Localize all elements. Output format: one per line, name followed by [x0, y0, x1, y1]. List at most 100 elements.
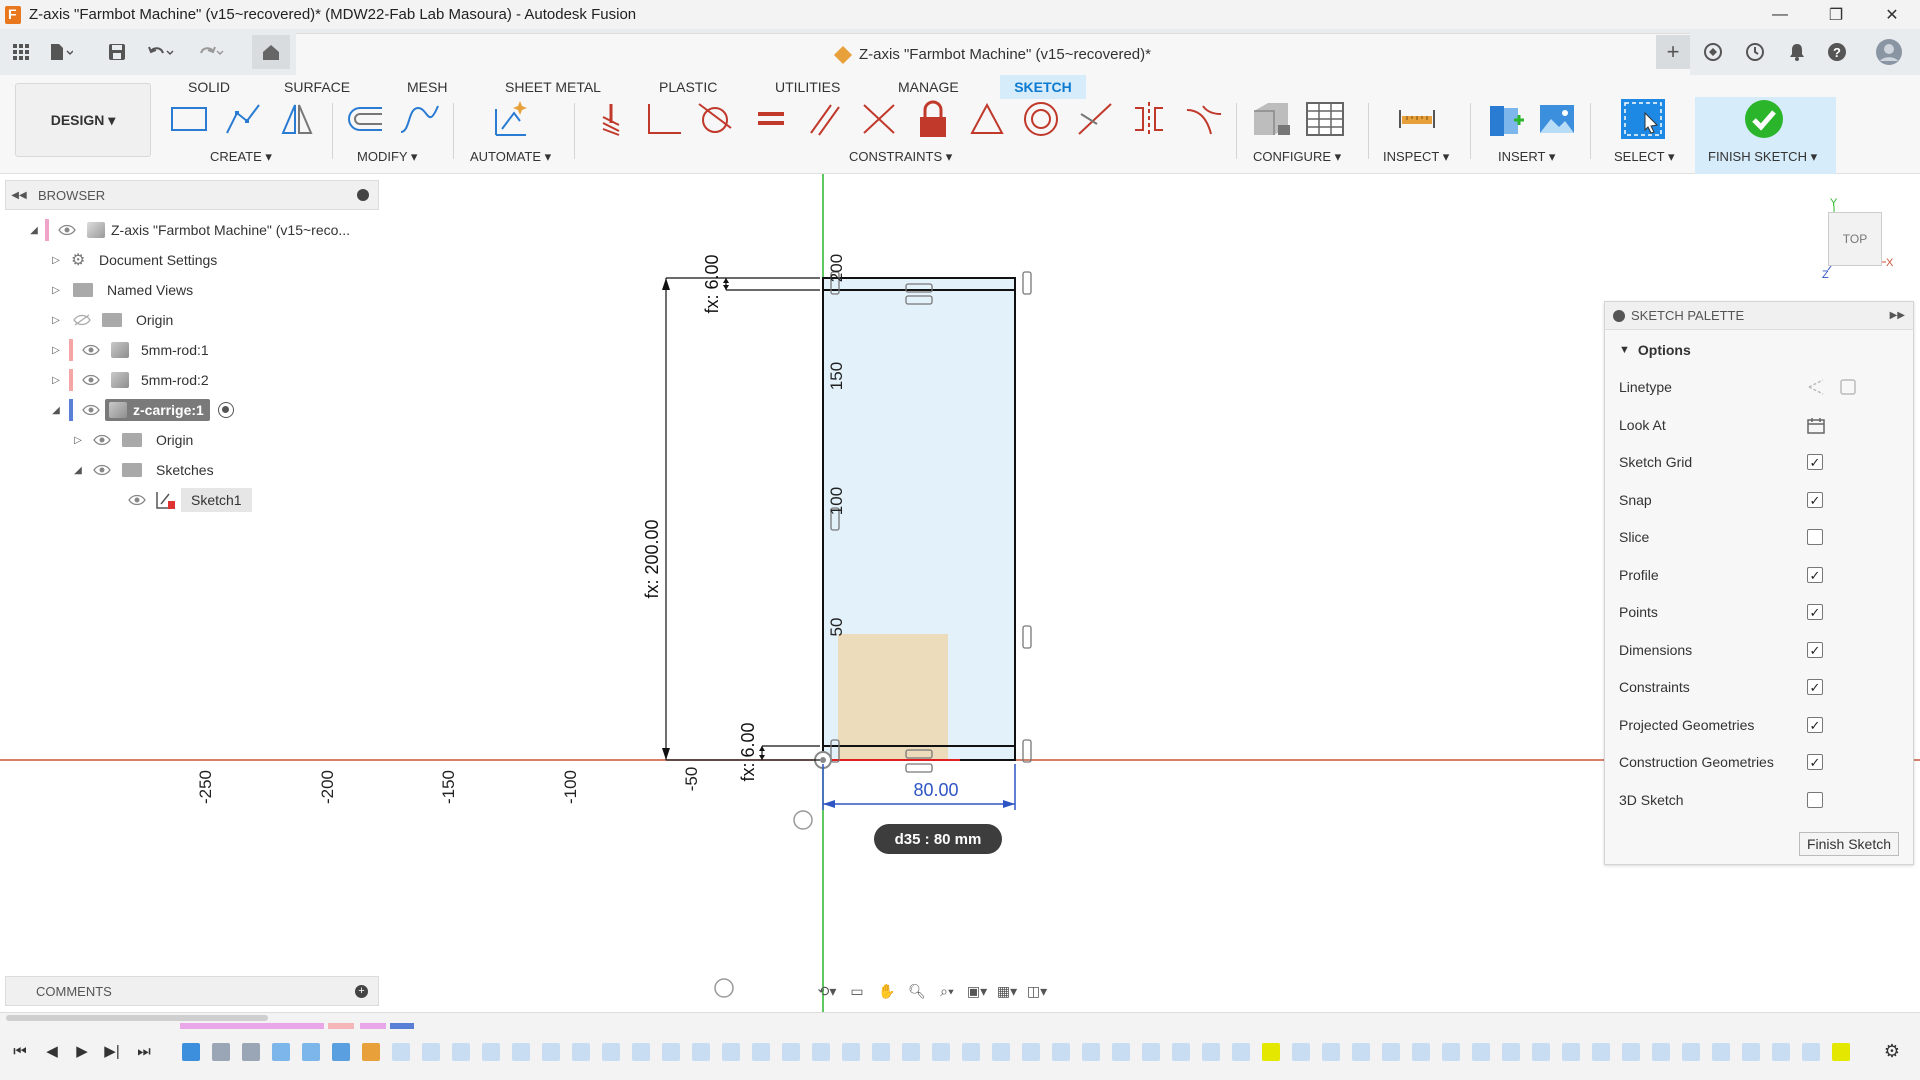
construction-linetype-icon[interactable]	[1807, 378, 1825, 396]
timeline-feature[interactable]	[1622, 1043, 1640, 1061]
modify-menu[interactable]: MODIFY ▾	[357, 149, 417, 165]
timeline-feature[interactable]	[362, 1043, 380, 1061]
save-icon[interactable]	[102, 38, 132, 66]
tree-item-document-settings[interactable]: ▷ ⚙ Document Settings	[49, 246, 217, 274]
fix-constraint-lock-icon[interactable]	[912, 97, 954, 141]
timeline-first-icon[interactable]: ⏮	[8, 1041, 32, 1061]
timeline-feature[interactable]	[1802, 1043, 1820, 1061]
finish-sketch-menu[interactable]: FINISH SKETCH ▾	[1708, 149, 1817, 165]
timeline-feature[interactable]	[1472, 1043, 1490, 1061]
zoom-window-icon[interactable]: ⌕▾	[932, 979, 962, 1003]
timeline-feature[interactable]	[212, 1043, 230, 1061]
document-tab[interactable]: Z-axis "Farmbot Machine" (v15~recovered)…	[296, 33, 1690, 75]
comments-panel[interactable]: COMMENTS +	[5, 976, 379, 1006]
orbit-icon[interactable]: ⟲▾	[812, 979, 842, 1003]
section-triangle-icon[interactable]: ▼	[1619, 344, 1630, 356]
constraints-menu[interactable]: CONSTRAINTS ▾	[849, 149, 952, 165]
timeline-feature[interactable]	[1112, 1043, 1130, 1061]
tree-root-document[interactable]: ◢ Z-axis "Farmbot Machine" (v15~reco...	[27, 216, 350, 244]
expanded-triangle-icon[interactable]: ◢	[49, 405, 63, 416]
inspect-menu[interactable]: INSPECT ▾	[1383, 149, 1449, 165]
configuration-table-icon[interactable]	[1304, 97, 1346, 141]
timeline-feature[interactable]	[1592, 1043, 1610, 1061]
slice-checkbox[interactable]	[1807, 529, 1823, 545]
timeline-feature[interactable]	[272, 1043, 290, 1061]
tab-surface[interactable]: SURFACE	[272, 75, 362, 99]
mirror-tool-icon[interactable]	[276, 97, 318, 141]
workspace-switcher[interactable]: DESIGN ▾	[15, 83, 151, 157]
timeline-feature[interactable]	[1532, 1043, 1550, 1061]
timeline-feature[interactable]	[782, 1043, 800, 1061]
centerline-linetype-icon[interactable]	[1839, 378, 1857, 396]
timeline-play-icon[interactable]: ▶	[70, 1041, 94, 1061]
zoom-icon[interactable]: 🔍︎	[902, 979, 932, 1003]
points-checkbox[interactable]: ✓	[1807, 604, 1823, 620]
timeline-feature[interactable]	[602, 1043, 620, 1061]
timeline-feature[interactable]	[1022, 1043, 1040, 1061]
rectangle-tool-icon[interactable]	[168, 97, 210, 141]
viewports-icon[interactable]: ◫▾	[1022, 979, 1052, 1003]
timeline-feature[interactable]	[1682, 1043, 1700, 1061]
timeline-feature[interactable]	[1412, 1043, 1430, 1061]
new-tab-icon[interactable]: +	[1656, 35, 1690, 69]
timeline-feature[interactable]	[632, 1043, 650, 1061]
timeline-feature[interactable]	[1352, 1043, 1370, 1061]
visibility-eye-icon[interactable]	[128, 494, 146, 506]
timeline-prev-icon[interactable]: ◀	[40, 1041, 64, 1061]
grid-menu-icon[interactable]	[6, 38, 36, 66]
undo-icon[interactable]	[146, 38, 176, 66]
tab-mesh[interactable]: MESH	[395, 75, 459, 99]
tab-solid[interactable]: SOLID	[176, 75, 242, 99]
sketch-point[interactable]	[714, 978, 734, 998]
timeline-feature[interactable]	[1142, 1043, 1160, 1061]
timeline-feature[interactable]	[692, 1043, 710, 1061]
insert-derive-icon[interactable]	[1484, 97, 1526, 141]
timeline-feature[interactable]	[302, 1043, 320, 1061]
insert-canvas-image-icon[interactable]	[1536, 97, 1578, 141]
hidden-eye-icon[interactable]	[73, 314, 91, 326]
timeline-feature[interactable]	[1292, 1043, 1310, 1061]
3d-sketch-checkbox[interactable]	[1807, 792, 1823, 808]
palette-minimize-icon[interactable]	[1613, 309, 1625, 322]
timeline-feature[interactable]	[482, 1043, 500, 1061]
timeline-feature[interactable]	[1742, 1043, 1760, 1061]
collapsed-triangle-icon[interactable]: ▷	[49, 345, 63, 356]
home-icon[interactable]	[252, 35, 290, 69]
symmetry-constraint-icon[interactable]	[1128, 97, 1170, 141]
file-menu-icon[interactable]	[46, 38, 76, 66]
tab-sketch[interactable]: SKETCH	[1000, 75, 1086, 99]
timeline-feature[interactable]	[452, 1043, 470, 1061]
timeline-feature[interactable]	[1202, 1043, 1220, 1061]
tree-item-named-views[interactable]: ▷ Named Views	[49, 276, 193, 304]
look-at-icon[interactable]	[1807, 417, 1825, 438]
sketch-palette-header[interactable]: SKETCH PALETTE ▶▶	[1605, 302, 1913, 330]
sketch-grid-checkbox[interactable]: ✓	[1807, 454, 1823, 470]
curvature-constraint-icon[interactable]	[1182, 97, 1224, 141]
collapsed-triangle-icon[interactable]: ▷	[49, 285, 63, 296]
browser-header[interactable]: ◀◀ BROWSER	[5, 180, 379, 210]
automate-tool-icon[interactable]	[490, 97, 532, 141]
timeline-feature[interactable]	[1502, 1043, 1520, 1061]
tab-utilities[interactable]: UTILITIES	[763, 75, 852, 99]
coincident-constraint-icon[interactable]	[590, 97, 632, 141]
configure-menu[interactable]: CONFIGURE ▾	[1253, 149, 1341, 165]
visibility-eye-icon[interactable]	[82, 344, 100, 356]
tree-item-origin[interactable]: ▷ Origin	[49, 306, 173, 334]
timeline-feature[interactable]	[1322, 1043, 1340, 1061]
timeline-feature[interactable]	[1082, 1043, 1100, 1061]
tab-manage[interactable]: MANAGE	[886, 75, 971, 99]
horizontal-vertical-constraint-icon[interactable]	[858, 97, 900, 141]
activate-radio-icon[interactable]	[217, 402, 234, 418]
construction-geometries-checkbox[interactable]: ✓	[1807, 754, 1823, 770]
timeline-feature[interactable]	[1172, 1043, 1190, 1061]
display-settings-icon[interactable]: ▣▾	[962, 979, 992, 1003]
midpoint-constraint-icon[interactable]	[966, 97, 1008, 141]
expand-palette-icon[interactable]: ▶▶	[1890, 310, 1905, 321]
visibility-eye-icon[interactable]	[58, 224, 76, 236]
snap-checkbox[interactable]: ✓	[1807, 492, 1823, 508]
parallel-constraint-icon[interactable]	[804, 97, 846, 141]
timeline-feature[interactable]	[1652, 1043, 1670, 1061]
collapsed-triangle-icon[interactable]: ▷	[71, 435, 85, 446]
visibility-eye-icon[interactable]	[93, 464, 111, 476]
look-at-nav-icon[interactable]: ▭	[842, 979, 872, 1003]
